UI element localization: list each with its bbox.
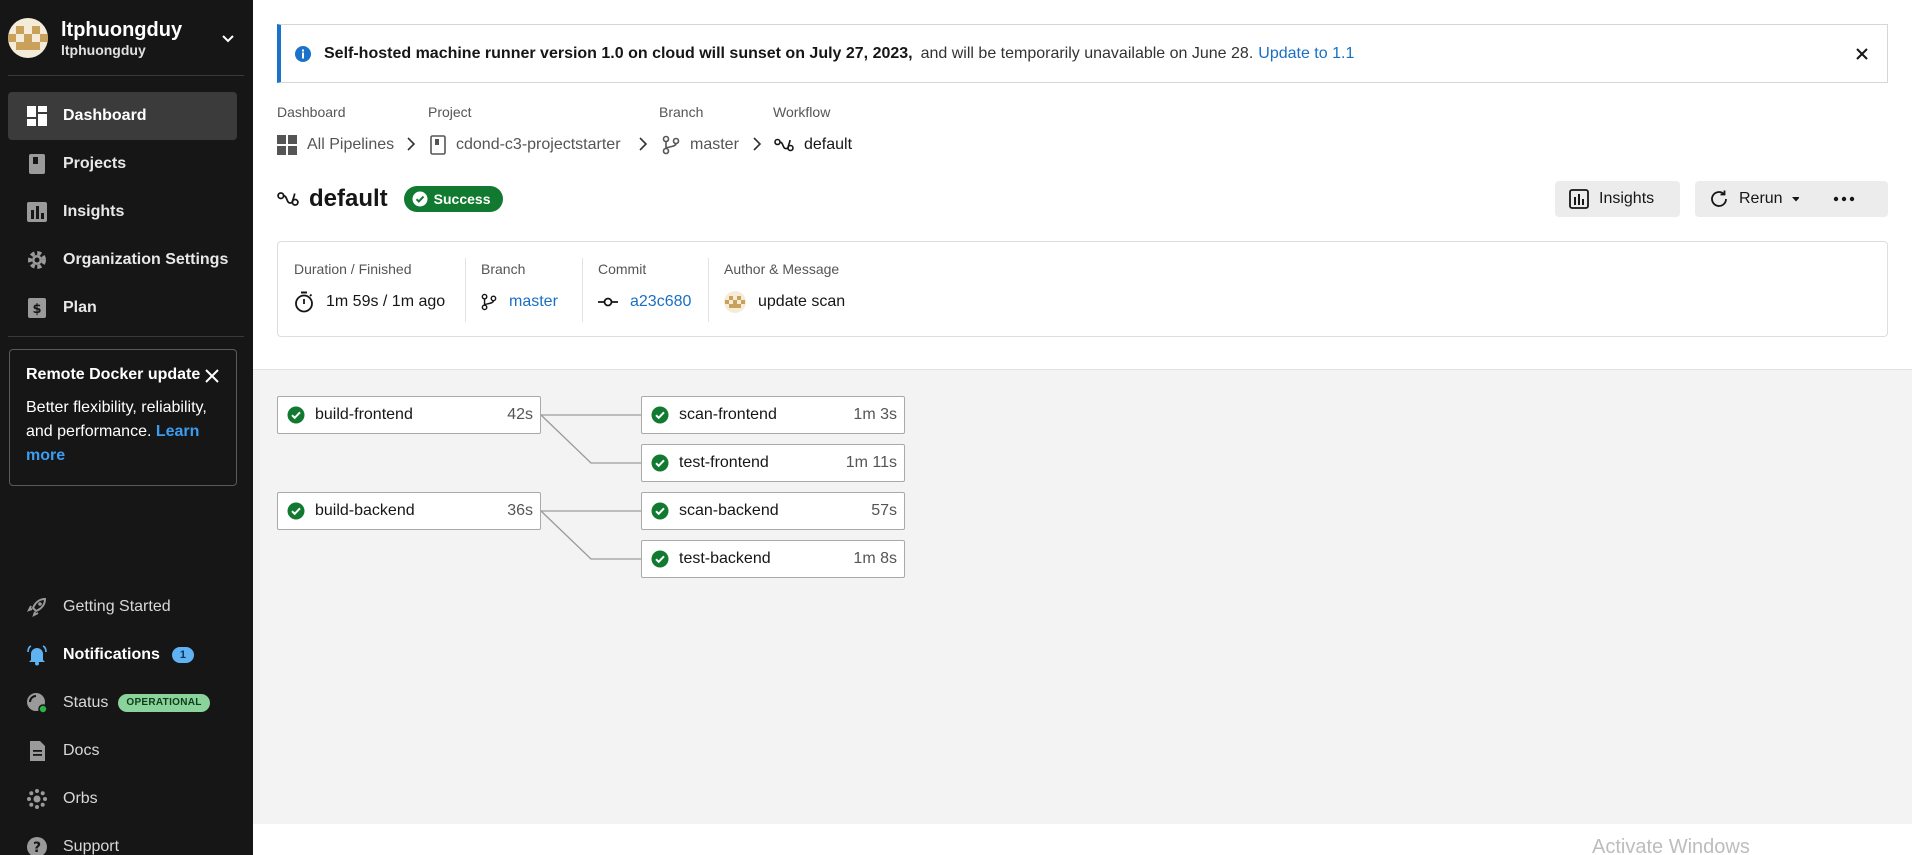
job-name: test-frontend (679, 454, 769, 471)
job-name: build-frontend (315, 406, 413, 423)
job-duration: 36s (507, 502, 533, 519)
job-scan-backend[interactable]: scan-backend 57s (641, 492, 905, 530)
job-duration: 1m 3s (853, 406, 897, 423)
job-test-backend[interactable]: test-backend 1m 8s (641, 540, 905, 578)
check-circle-icon (651, 406, 669, 424)
windows-activation-watermark: Activate Windows (1592, 836, 1750, 855)
job-name: test-backend (679, 550, 771, 567)
check-circle-icon (287, 502, 305, 520)
job-duration: 1m 11s (845, 454, 897, 471)
job-duration: 1m 8s (853, 550, 897, 567)
job-name: scan-backend (679, 502, 779, 519)
job-build-frontend[interactable]: build-frontend 42s (277, 396, 541, 434)
check-circle-icon (651, 550, 669, 568)
check-circle-icon (651, 502, 669, 520)
job-build-backend[interactable]: build-backend 36s (277, 492, 541, 530)
job-test-frontend[interactable]: test-frontend 1m 11s (641, 444, 905, 482)
job-name: scan-frontend (679, 406, 777, 423)
job-name: build-backend (315, 502, 415, 519)
job-scan-frontend[interactable]: scan-frontend 1m 3s (641, 396, 905, 434)
job-duration: 57s (871, 502, 897, 519)
check-circle-icon (651, 454, 669, 472)
check-circle-icon (287, 406, 305, 424)
job-duration: 42s (507, 406, 533, 423)
